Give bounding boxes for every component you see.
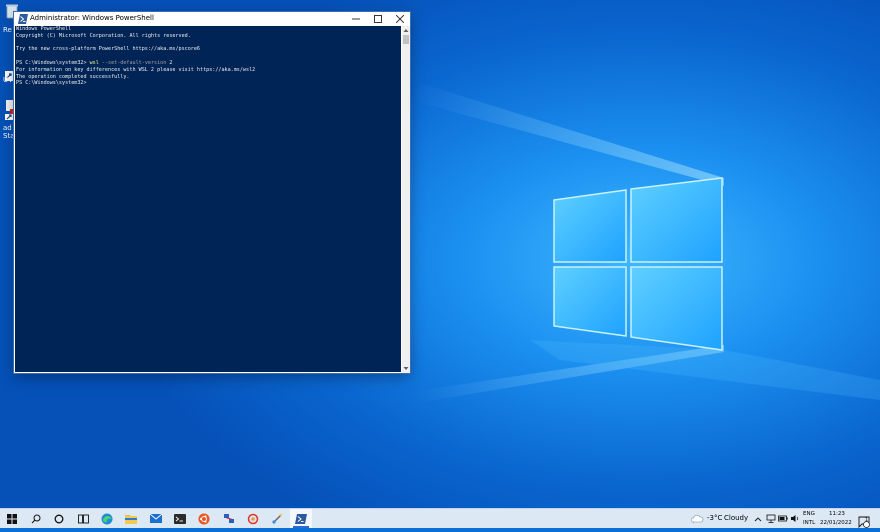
start-button[interactable] — [1, 509, 23, 528]
powershell-window[interactable]: Administrator: Windows PowerShell Window… — [14, 12, 410, 373]
ubuntu-button[interactable] — [193, 509, 215, 528]
search-icon — [31, 514, 41, 523]
file-explorer-icon — [125, 514, 137, 524]
desktop-icon-label: Re — [3, 26, 12, 34]
command-argument: 2 — [166, 59, 173, 66]
desktop-background: Re UV ad Sta Administrator: Windows Powe… — [0, 0, 880, 508]
keyboard-layout-indicator[interactable]: INTL — [803, 520, 815, 526]
console-line: The operation completed successfully. — [16, 73, 130, 80]
taskbar: -3°C Cloudy ENG INTL 11:23 22/01/2022 1 — [0, 508, 880, 529]
start-button-icon — [7, 513, 17, 524]
console-line: Windows PowerShell — [16, 26, 72, 32]
powershell-icon — [18, 14, 28, 24]
notification-count: 1 — [865, 518, 868, 523]
prompt: PS C:\Windows\system32> — [16, 59, 90, 66]
volume-icon[interactable] — [790, 514, 800, 523]
command-parameter: --set-default-version — [98, 59, 167, 66]
notification-icon — [858, 516, 870, 529]
task-view-button[interactable] — [72, 509, 94, 528]
network-icon[interactable] — [766, 514, 776, 523]
search-button[interactable] — [25, 509, 47, 528]
vertical-scrollbar[interactable] — [402, 26, 410, 373]
paint-app-icon — [247, 513, 259, 524]
window-titlebar[interactable]: Administrator: Windows PowerShell — [14, 12, 410, 26]
windows-logo — [553, 177, 723, 351]
close-icon — [396, 15, 404, 23]
console-prompt-line: PS C:\Windows\system32> — [16, 80, 87, 87]
edge-icon — [101, 513, 113, 524]
weather-condition[interactable]: Cloudy — [724, 514, 748, 522]
powershell-taskbar-button[interactable] — [290, 509, 312, 528]
clock-date[interactable]: 22/01/2022 — [820, 520, 852, 526]
file-explorer-button[interactable] — [120, 509, 142, 528]
weather-temperature[interactable]: -3°C — [707, 514, 722, 522]
maximize-button[interactable] — [367, 12, 389, 26]
window-title: Administrator: Windows PowerShell — [30, 14, 154, 22]
clock-time[interactable]: 11:23 — [829, 511, 845, 517]
task-view-icon — [77, 514, 89, 523]
maximize-icon — [374, 15, 382, 23]
console-line: Try the new cross-platform PowerShell ht… — [16, 46, 201, 53]
minimize-button[interactable] — [345, 12, 367, 26]
terminal-icon — [174, 513, 186, 524]
console-line: For information on key differences with … — [16, 66, 256, 73]
language-indicator[interactable]: ENG — [803, 511, 815, 517]
scroll-down-icon[interactable] — [403, 365, 409, 372]
scrollbar-thumb[interactable] — [403, 35, 409, 44]
battery-icon[interactable] — [778, 514, 788, 523]
desktop-icon-label: Sta — [3, 132, 15, 140]
scroll-up-icon[interactable] — [403, 27, 409, 34]
cortana-button[interactable] — [48, 509, 70, 528]
terminal-button[interactable] — [169, 509, 191, 528]
minimize-icon — [352, 18, 360, 20]
cortana-icon — [54, 514, 64, 523]
powershell-icon — [295, 513, 307, 524]
console-line: Copyright (C) Microsoft Corporation. All… — [16, 32, 191, 39]
brush-app-icon — [272, 513, 282, 524]
edge-button[interactable] — [96, 509, 118, 528]
network-app-icon — [224, 513, 234, 523]
paint-app-button[interactable] — [242, 509, 264, 528]
chevron-up-icon[interactable] — [754, 516, 762, 522]
close-button[interactable] — [389, 12, 411, 26]
network-app-button[interactable] — [218, 509, 240, 528]
notification-button[interactable]: 1 — [858, 513, 870, 529]
desktop-icon-label: UV — [3, 76, 13, 84]
mail-button[interactable] — [145, 509, 167, 528]
console-output[interactable]: Windows PowerShell Copyright (C) Microso… — [15, 26, 401, 372]
brush-app-button[interactable] — [266, 509, 288, 528]
mail-icon — [150, 514, 162, 523]
command-name: wsl — [89, 59, 99, 66]
weather-icon[interactable] — [690, 513, 704, 523]
desktop-icon-label: ad — [3, 124, 12, 132]
ubuntu-icon — [198, 513, 210, 524]
console-command-line: PS C:\Windows\system32> wsl --set-defaul… — [15, 60, 401, 67]
